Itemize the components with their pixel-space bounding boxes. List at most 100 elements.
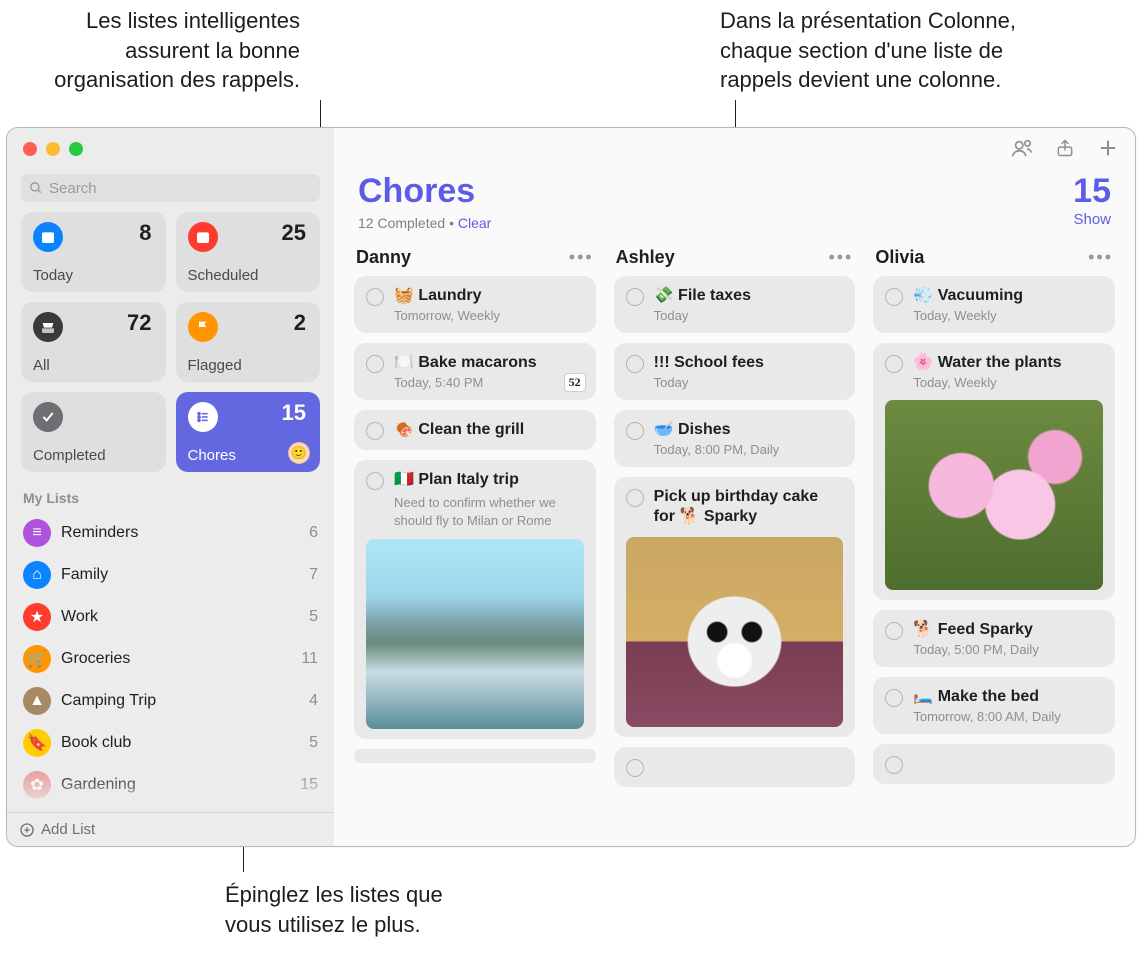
my-lists: ≡ Reminders6 ⌂Family7★Work5🛒Groceries11 ▲ Ca… — [7, 512, 334, 812]
list-title: Chores — [358, 172, 1073, 211]
reminder-subtitle: Today, Weekly — [913, 375, 1103, 390]
column-menu-icon[interactable]: ••• — [1088, 247, 1113, 268]
reminder-subtitle: Tomorrow, 8:00 AM, Daily — [913, 709, 1103, 724]
sidebar: Search 8 Today 25 Scheduled — [7, 128, 334, 846]
sidebar-list-item[interactable]: 🛒Groceries11 — [17, 638, 324, 680]
share-icon[interactable] — [1055, 137, 1075, 159]
complete-checkbox[interactable] — [366, 355, 384, 373]
column-title: Ashley — [616, 247, 829, 268]
clear-link[interactable]: Clear — [458, 215, 491, 231]
list-name: Camping Trip — [61, 692, 309, 710]
reminder-card[interactable]: 🌸 Water the plantsToday, Weekly — [873, 343, 1115, 600]
reminder-card[interactable]: 💸 File taxesToday — [614, 276, 856, 333]
list-name: Gardening — [61, 776, 300, 794]
flag-icon — [188, 312, 218, 342]
list-color-icon: ▲ — [23, 687, 51, 715]
smart-card-all[interactable]: 72 All — [21, 302, 166, 382]
list-name: Family — [61, 566, 309, 584]
reminder-card[interactable]: !!! School feesToday — [614, 343, 856, 400]
complete-checkbox[interactable] — [885, 689, 903, 707]
smart-count: 25 — [282, 220, 306, 246]
complete-checkbox[interactable] — [366, 422, 384, 440]
separator: • — [449, 215, 458, 231]
complete-checkbox[interactable] — [626, 489, 644, 507]
reminder-image — [626, 537, 844, 727]
reminder-subtitle: Today, 5:40 PM — [394, 375, 584, 390]
reminder-subtitle: Today, Weekly — [913, 308, 1103, 323]
callout-pin-lists: Épinglez les listes que vous utilisez le… — [225, 880, 525, 939]
callout-smart-lists: Les listes intelligentes assurent la bon… — [0, 6, 300, 95]
reminder-title: 💨 Vacuuming — [913, 286, 1103, 306]
reminder-card[interactable]: 🍽️ Bake macaronsToday, 5:40 PM52 — [354, 343, 596, 400]
sidebar-list-item[interactable]: ✿Gardening15 — [17, 764, 324, 806]
reminder-subtitle: Today, 5:00 PM, Daily — [913, 642, 1103, 657]
column: Danny•••🧺 LaundryTomorrow, Weekly🍽️ Bake… — [354, 241, 596, 846]
smart-card-chores[interactable]: 15 Chores 🙂 — [176, 392, 321, 472]
smart-card-completed[interactable]: Completed — [21, 392, 166, 472]
reminder-title: 🛏️ Make the bed — [913, 687, 1103, 707]
list-name: Groceries — [61, 650, 301, 668]
smart-card-flagged[interactable]: 2 Flagged — [176, 302, 321, 382]
list-color-icon: 🔖 — [23, 729, 51, 757]
complete-checkbox[interactable] — [626, 759, 644, 777]
new-reminder-input[interactable] — [873, 744, 1115, 784]
smart-count: 2 — [294, 310, 306, 336]
list-color-icon: ≡ — [23, 519, 51, 547]
complete-checkbox[interactable] — [366, 472, 384, 490]
reminder-card[interactable]: 💨 Vacuuming Today, Weekly — [873, 276, 1115, 333]
reminder-title: 🍽️ Bake macarons — [394, 353, 584, 373]
plus-circle-icon — [19, 822, 35, 838]
search-input[interactable]: Search — [21, 174, 320, 202]
calendar-day-icon — [33, 222, 63, 252]
add-reminder-icon[interactable] — [1097, 137, 1119, 159]
column-menu-icon[interactable]: ••• — [828, 247, 853, 268]
list-count: 5 — [309, 734, 318, 752]
collaborate-icon[interactable] — [1011, 137, 1033, 159]
new-reminder-input[interactable] — [614, 747, 856, 787]
column: Olivia•••💨 VacuumingToday, Weekly🌸 Water… — [873, 241, 1115, 846]
reminder-card[interactable]: 🛏️ Make the bed Tomorrow, 8:00 AM, Daily — [873, 677, 1115, 734]
checkmark-icon — [33, 402, 63, 432]
column-menu-icon[interactable]: ••• — [569, 247, 594, 268]
sidebar-list-item[interactable]: ≡ Reminders6 — [17, 512, 324, 554]
complete-checkbox[interactable] — [885, 756, 903, 774]
list-name: Book club — [61, 734, 309, 752]
window-controls — [7, 128, 334, 156]
sidebar-list-item[interactable]: ▲Camping Trip4 — [17, 680, 324, 722]
reminder-card[interactable]: 🥣 DishesToday, 8:00 PM, Daily — [614, 410, 856, 467]
complete-checkbox[interactable] — [885, 355, 903, 373]
reminder-card[interactable]: 🐕 Feed SparkyToday, 5:00 PM, Daily — [873, 610, 1115, 667]
add-list-button[interactable]: Add List — [7, 812, 334, 846]
smart-count: 72 — [127, 310, 151, 336]
smart-card-scheduled[interactable]: 25 Scheduled — [176, 212, 321, 292]
new-reminder-input[interactable] — [354, 749, 596, 763]
list-count: 5 — [309, 608, 318, 626]
reminder-title: Pick up birthday cake for 🐕 Sparky — [654, 487, 844, 527]
reminder-title: 💸 File taxes — [654, 286, 844, 306]
list-name: Reminders — [61, 524, 309, 542]
complete-checkbox[interactable] — [626, 288, 644, 306]
minimize-icon[interactable] — [46, 142, 60, 156]
complete-checkbox[interactable] — [366, 288, 384, 306]
sidebar-list-item[interactable]: ★Work5 — [17, 596, 324, 638]
complete-checkbox[interactable] — [885, 622, 903, 640]
reminder-image — [366, 539, 584, 729]
reminder-note: Need to confirm whether we should fly to… — [394, 494, 584, 529]
list-color-icon: ★ — [23, 603, 51, 631]
smart-card-today[interactable]: 8 Today — [21, 212, 166, 292]
show-link[interactable]: Show — [1073, 211, 1111, 228]
close-icon[interactable] — [23, 142, 37, 156]
reminder-card[interactable]: 🇮🇹 Plan Italy tripNeed to confirm whethe… — [354, 460, 596, 739]
reminder-card[interactable]: Pick up birthday cake for 🐕 Sparky — [614, 477, 856, 737]
reminder-card[interactable]: 🍖 Clean the grill — [354, 410, 596, 450]
zoom-icon[interactable] — [69, 142, 83, 156]
complete-checkbox[interactable] — [885, 288, 903, 306]
reminder-subtitle: Tomorrow, Weekly — [394, 308, 584, 323]
list-count: 6 — [309, 524, 318, 542]
complete-checkbox[interactable] — [626, 422, 644, 440]
sidebar-list-item[interactable]: 🔖 Book club5 — [17, 722, 324, 764]
sidebar-list-item[interactable]: ⌂Family7 — [17, 554, 324, 596]
reminder-card[interactable]: 🧺 LaundryTomorrow, Weekly — [354, 276, 596, 333]
complete-checkbox[interactable] — [626, 355, 644, 373]
smart-count: 8 — [139, 220, 151, 246]
